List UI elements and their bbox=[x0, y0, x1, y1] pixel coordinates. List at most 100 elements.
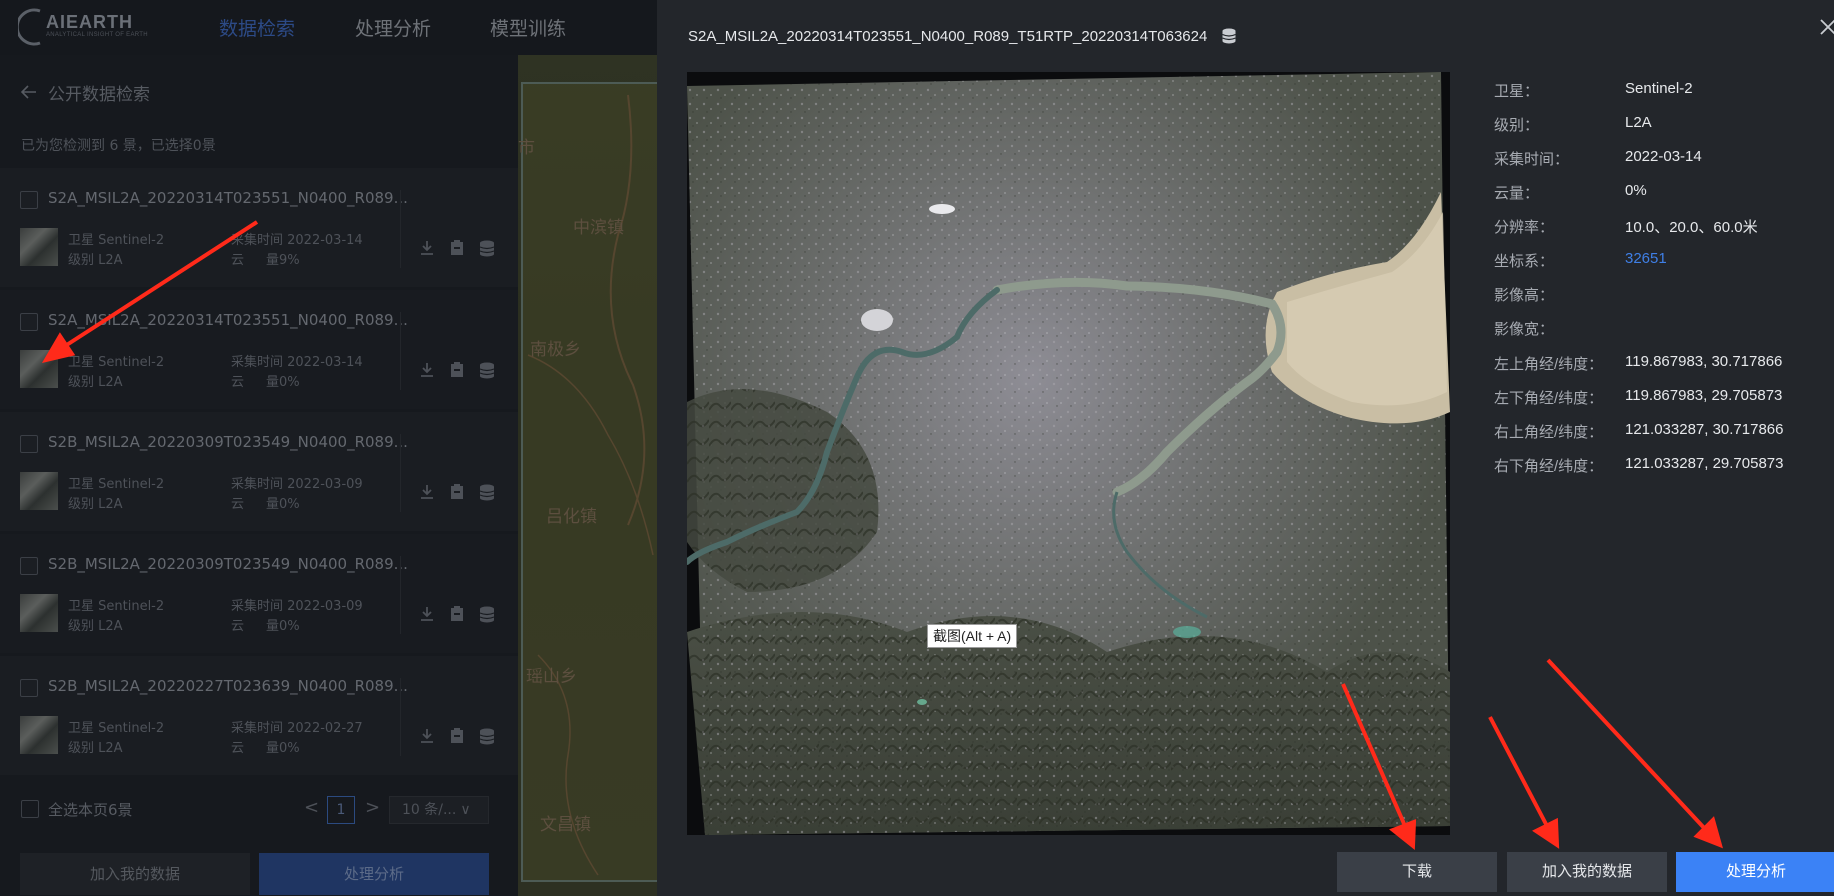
info-value-capture-time: 2022-03-14 bbox=[1625, 148, 1702, 165]
nav-tab-model-training[interactable]: 模型训练 bbox=[490, 14, 566, 41]
result-satellite: 卫星 Sentinel-2 bbox=[68, 355, 165, 370]
app-logo[interactable]: AIEARTH ANALYTICAL INSIGHT OF EARTH bbox=[18, 8, 148, 46]
result-thumbnail[interactable] bbox=[20, 594, 58, 632]
info-value-bottom-left: 119.867983, 29.705873 bbox=[1625, 387, 1783, 404]
result-satellite: 卫星 Sentinel-2 bbox=[68, 721, 165, 736]
result-name[interactable]: S2B_MSIL2A_20220309T023549_N0400_R089... bbox=[48, 433, 408, 451]
info-value-satellite: Sentinel-2 bbox=[1625, 80, 1693, 97]
result-item[interactable]: S2B_MSIL2A_20220309T023549_N0400_R089...… bbox=[0, 412, 518, 531]
result-checkbox[interactable] bbox=[20, 557, 38, 575]
result-satellite: 卫星 Sentinel-2 bbox=[68, 477, 165, 492]
clipboard-icon[interactable] bbox=[448, 483, 466, 501]
result-thumbnail[interactable] bbox=[20, 716, 58, 754]
info-label-image-height: 影像高： bbox=[1494, 287, 1555, 304]
download-icon[interactable] bbox=[418, 361, 436, 379]
result-checkbox[interactable] bbox=[20, 435, 38, 453]
info-label-crs: 坐标系： bbox=[1494, 253, 1555, 270]
database-icon[interactable] bbox=[478, 483, 496, 501]
result-thumbnail[interactable] bbox=[20, 350, 58, 388]
map-place-label: 文昌镇 bbox=[540, 815, 591, 835]
result-item[interactable]: S2A_MSIL2A_20220314T023551_N0400_R089...… bbox=[0, 168, 518, 287]
result-level: 级别 L2A bbox=[68, 375, 123, 390]
result-cloud-label: 云 bbox=[231, 375, 245, 390]
clipboard-icon[interactable] bbox=[448, 727, 466, 745]
database-icon[interactable] bbox=[478, 361, 496, 379]
search-panel-header: 公开数据检索 bbox=[20, 80, 150, 105]
process-analysis-button[interactable]: 处理分析 bbox=[1676, 852, 1834, 892]
nav-tab-data-search[interactable]: 数据检索 bbox=[219, 14, 295, 41]
result-thumbnail[interactable] bbox=[20, 228, 58, 266]
result-thumbnail[interactable] bbox=[20, 472, 58, 510]
add-to-my-data-button[interactable]: 加入我的数据 bbox=[1507, 852, 1667, 892]
download-icon[interactable] bbox=[418, 239, 436, 257]
info-label-resolution: 分辨率： bbox=[1494, 219, 1555, 236]
info-value-top-left: 119.867983, 30.717866 bbox=[1625, 353, 1783, 370]
info-label-bottom-right: 右下角经/纬度： bbox=[1494, 458, 1604, 475]
page-size-select[interactable]: 10 条/... ∨ bbox=[389, 796, 489, 824]
modal-title: S2A_MSIL2A_20220314T023551_N0400_R089_T5… bbox=[688, 27, 1237, 45]
result-count-text: 已为您检测到 6 景，已选择0景 bbox=[21, 138, 216, 154]
result-item[interactable]: S2B_MSIL2A_20220309T023549_N0400_R089...… bbox=[0, 534, 518, 653]
result-level: 级别 L2A bbox=[68, 497, 123, 512]
database-icon[interactable] bbox=[478, 239, 496, 257]
app-root: AIEARTH ANALYTICAL INSIGHT OF EARTH 数据检索… bbox=[0, 0, 1834, 896]
database-icon[interactable] bbox=[1221, 27, 1237, 45]
result-item[interactable]: S2A_MSIL2A_20220314T023551_N0400_R089...… bbox=[0, 290, 518, 409]
nav-tab-processing[interactable]: 处理分析 bbox=[355, 14, 431, 41]
info-value-crs-link[interactable]: 32651 bbox=[1625, 250, 1667, 267]
pager-next-button[interactable]: > bbox=[365, 797, 380, 818]
info-value-resolution: 10.0、20.0、60.0米 bbox=[1625, 219, 1758, 236]
clipboard-icon[interactable] bbox=[448, 361, 466, 379]
result-divider bbox=[400, 556, 401, 634]
result-checkbox[interactable] bbox=[20, 313, 38, 331]
select-all-checkbox[interactable] bbox=[21, 800, 39, 818]
back-arrow-icon[interactable] bbox=[20, 83, 38, 101]
database-icon[interactable] bbox=[478, 605, 496, 623]
map-place-label: 吕化镇 bbox=[546, 507, 597, 527]
result-name[interactable]: S2B_MSIL2A_20220227T023639_N0400_R089... bbox=[48, 677, 408, 695]
close-icon[interactable] bbox=[1819, 18, 1834, 36]
clipboard-icon[interactable] bbox=[448, 605, 466, 623]
result-cloud-label: 云 bbox=[231, 497, 245, 512]
result-date: 采集时间 2022-02-27 bbox=[231, 721, 363, 736]
result-name[interactable]: S2A_MSIL2A_20220314T023551_N0400_R089... bbox=[48, 311, 408, 329]
map-view[interactable]: 市 中滨镇 南极乡 吕化镇 瑶山乡 文昌镇 bbox=[518, 55, 657, 896]
search-panel: 公开数据检索 已为您检测到 6 景，已选择0景 S2A_MSIL2A_20220… bbox=[0, 55, 518, 896]
result-name[interactable]: S2A_MSIL2A_20220314T023551_N0400_R089... bbox=[48, 189, 408, 207]
pager-prev-button[interactable]: < bbox=[304, 797, 319, 818]
info-value-cloud: 0% bbox=[1625, 182, 1647, 199]
result-name[interactable]: S2B_MSIL2A_20220309T023549_N0400_R089... bbox=[48, 555, 408, 573]
add-to-my-data-button[interactable]: 加入我的数据 bbox=[20, 853, 250, 895]
pager-current-page[interactable]: 1 bbox=[327, 796, 355, 824]
result-level: 级别 L2A bbox=[68, 253, 123, 268]
result-cloud: 量9% bbox=[266, 253, 300, 268]
info-label-image-width: 影像宽： bbox=[1494, 321, 1555, 338]
download-icon[interactable] bbox=[418, 483, 436, 501]
result-divider bbox=[400, 434, 401, 512]
download-icon[interactable] bbox=[418, 727, 436, 745]
result-cloud: 量0% bbox=[266, 375, 300, 390]
info-value-bottom-right: 121.033287, 29.705873 bbox=[1625, 455, 1784, 472]
select-all-label[interactable]: 全选本页6景 bbox=[48, 799, 133, 820]
download-icon[interactable] bbox=[418, 605, 436, 623]
result-satellite: 卫星 Sentinel-2 bbox=[68, 233, 165, 248]
top-navbar: AIEARTH ANALYTICAL INSIGHT OF EARTH 数据检索… bbox=[0, 0, 657, 55]
result-checkbox[interactable] bbox=[20, 679, 38, 697]
info-label-capture-time: 采集时间： bbox=[1494, 151, 1570, 168]
result-date: 采集时间 2022-03-14 bbox=[231, 355, 363, 370]
clipboard-icon[interactable] bbox=[448, 239, 466, 257]
process-analysis-button[interactable]: 处理分析 bbox=[259, 853, 489, 895]
image-preview[interactable] bbox=[687, 72, 1450, 835]
database-icon[interactable] bbox=[478, 727, 496, 745]
result-date: 采集时间 2022-03-14 bbox=[231, 233, 363, 248]
search-panel-title: 公开数据检索 bbox=[48, 84, 150, 105]
result-checkbox[interactable] bbox=[20, 191, 38, 209]
result-date: 采集时间 2022-03-09 bbox=[231, 477, 363, 492]
chevron-down-icon: ∨ bbox=[460, 802, 471, 818]
result-divider bbox=[400, 678, 401, 756]
result-item[interactable]: S2B_MSIL2A_20220227T023639_N0400_R089...… bbox=[0, 656, 518, 775]
logo-text: AIEARTH bbox=[46, 12, 133, 32]
info-label-cloud: 云量： bbox=[1494, 185, 1540, 202]
result-cloud: 量0% bbox=[266, 741, 300, 756]
download-button[interactable]: 下载 bbox=[1337, 852, 1497, 892]
